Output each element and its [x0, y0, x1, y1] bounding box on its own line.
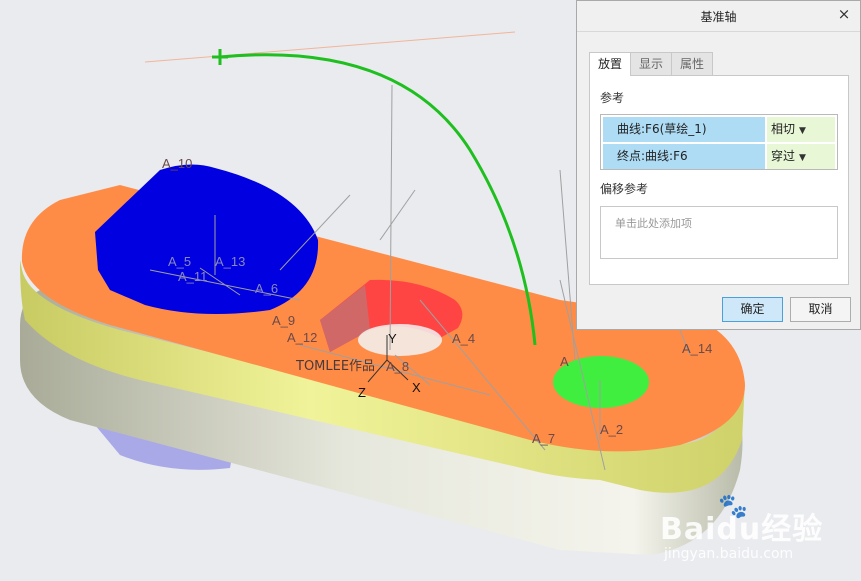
- axis-label-a: A: [560, 354, 569, 369]
- close-icon[interactable]: ×: [836, 6, 852, 22]
- offset-references-list[interactable]: 单击此处添加项: [600, 206, 838, 259]
- reference-item[interactable]: 终点:曲线:F6: [603, 144, 765, 169]
- offset-references-heading: 偏移参考: [600, 182, 649, 196]
- constraint-value: 穿过: [771, 149, 796, 163]
- author-label: TOMLEE作品: [296, 359, 376, 374]
- constraint-value: 相切: [771, 122, 796, 136]
- axis-label-a9: A_9: [272, 313, 296, 328]
- reference-item[interactable]: 曲线:F6(草绘_1): [603, 117, 765, 142]
- constraint-dropdown[interactable]: 穿过 ▼: [767, 144, 835, 169]
- axis-label-a11: A_11: [178, 269, 208, 284]
- watermark-brand: Baidu经验: [660, 512, 824, 547]
- blue-boss: [95, 164, 319, 314]
- ok-button[interactable]: 确定: [722, 297, 783, 322]
- axis-label-a14: A_14: [682, 341, 713, 356]
- cut-hole: [358, 324, 442, 356]
- constraint-dropdown[interactable]: 相切 ▼: [767, 117, 835, 142]
- references-heading: 参考: [600, 91, 625, 105]
- baidu-watermark: 🐾 Baidu经验 jingyan.baidu.com: [660, 490, 860, 575]
- tab-properties[interactable]: 属性: [671, 52, 714, 75]
- axis-label-a2: A_2: [600, 422, 624, 437]
- tab-display[interactable]: 显示: [630, 52, 673, 75]
- reference-row[interactable]: 终点:曲线:F6 穿过 ▼: [603, 144, 835, 169]
- tab-placement[interactable]: 放置: [589, 52, 632, 76]
- csys-z-label: Z: [358, 385, 366, 400]
- watermark-url: jingyan.baidu.com: [664, 546, 794, 562]
- csys-x-label: X: [412, 380, 421, 395]
- reference-line: [144, 31, 516, 63]
- references-list: 曲线:F6(草绘_1) 相切 ▼ 终点:曲线:F6 穿过 ▼: [600, 114, 838, 170]
- chevron-down-icon: ▼: [799, 153, 806, 163]
- axis-label-a5: A_5: [168, 254, 192, 269]
- cancel-button[interactable]: 取消: [790, 297, 851, 322]
- datum-axis-dialog: 基准轴 × 放置 显示 属性 参考 曲线:F6(草绘_1) 相切 ▼ 终点:曲线:F6…: [576, 0, 861, 330]
- dialog-tabs: 放置 显示 属性: [589, 52, 714, 76]
- chevron-down-icon: ▼: [799, 126, 806, 136]
- reference-row[interactable]: 曲线:F6(草绘_1) 相切 ▼: [603, 117, 835, 142]
- axis-label-a4: A_4: [452, 331, 476, 346]
- axis-label-a12: A_12: [287, 330, 318, 345]
- csys-y-label: Y: [388, 331, 397, 346]
- axis-label-a13: A_13: [215, 254, 246, 269]
- axis-label-a8: A_8: [386, 359, 410, 374]
- dialog-title: 基准轴: [700, 10, 737, 24]
- dialog-titlebar[interactable]: 基准轴 ×: [577, 1, 860, 32]
- offset-placeholder[interactable]: 单击此处添加项: [615, 215, 692, 231]
- placement-panel: 参考 曲线:F6(草绘_1) 相切 ▼ 终点:曲线:F6 穿过 ▼ 偏移参考 单击此…: [589, 75, 849, 285]
- axis-label-a10: A_10: [162, 156, 193, 171]
- axis-label-a6: A_6: [255, 281, 279, 296]
- axis-label-a7: A_7: [532, 431, 556, 446]
